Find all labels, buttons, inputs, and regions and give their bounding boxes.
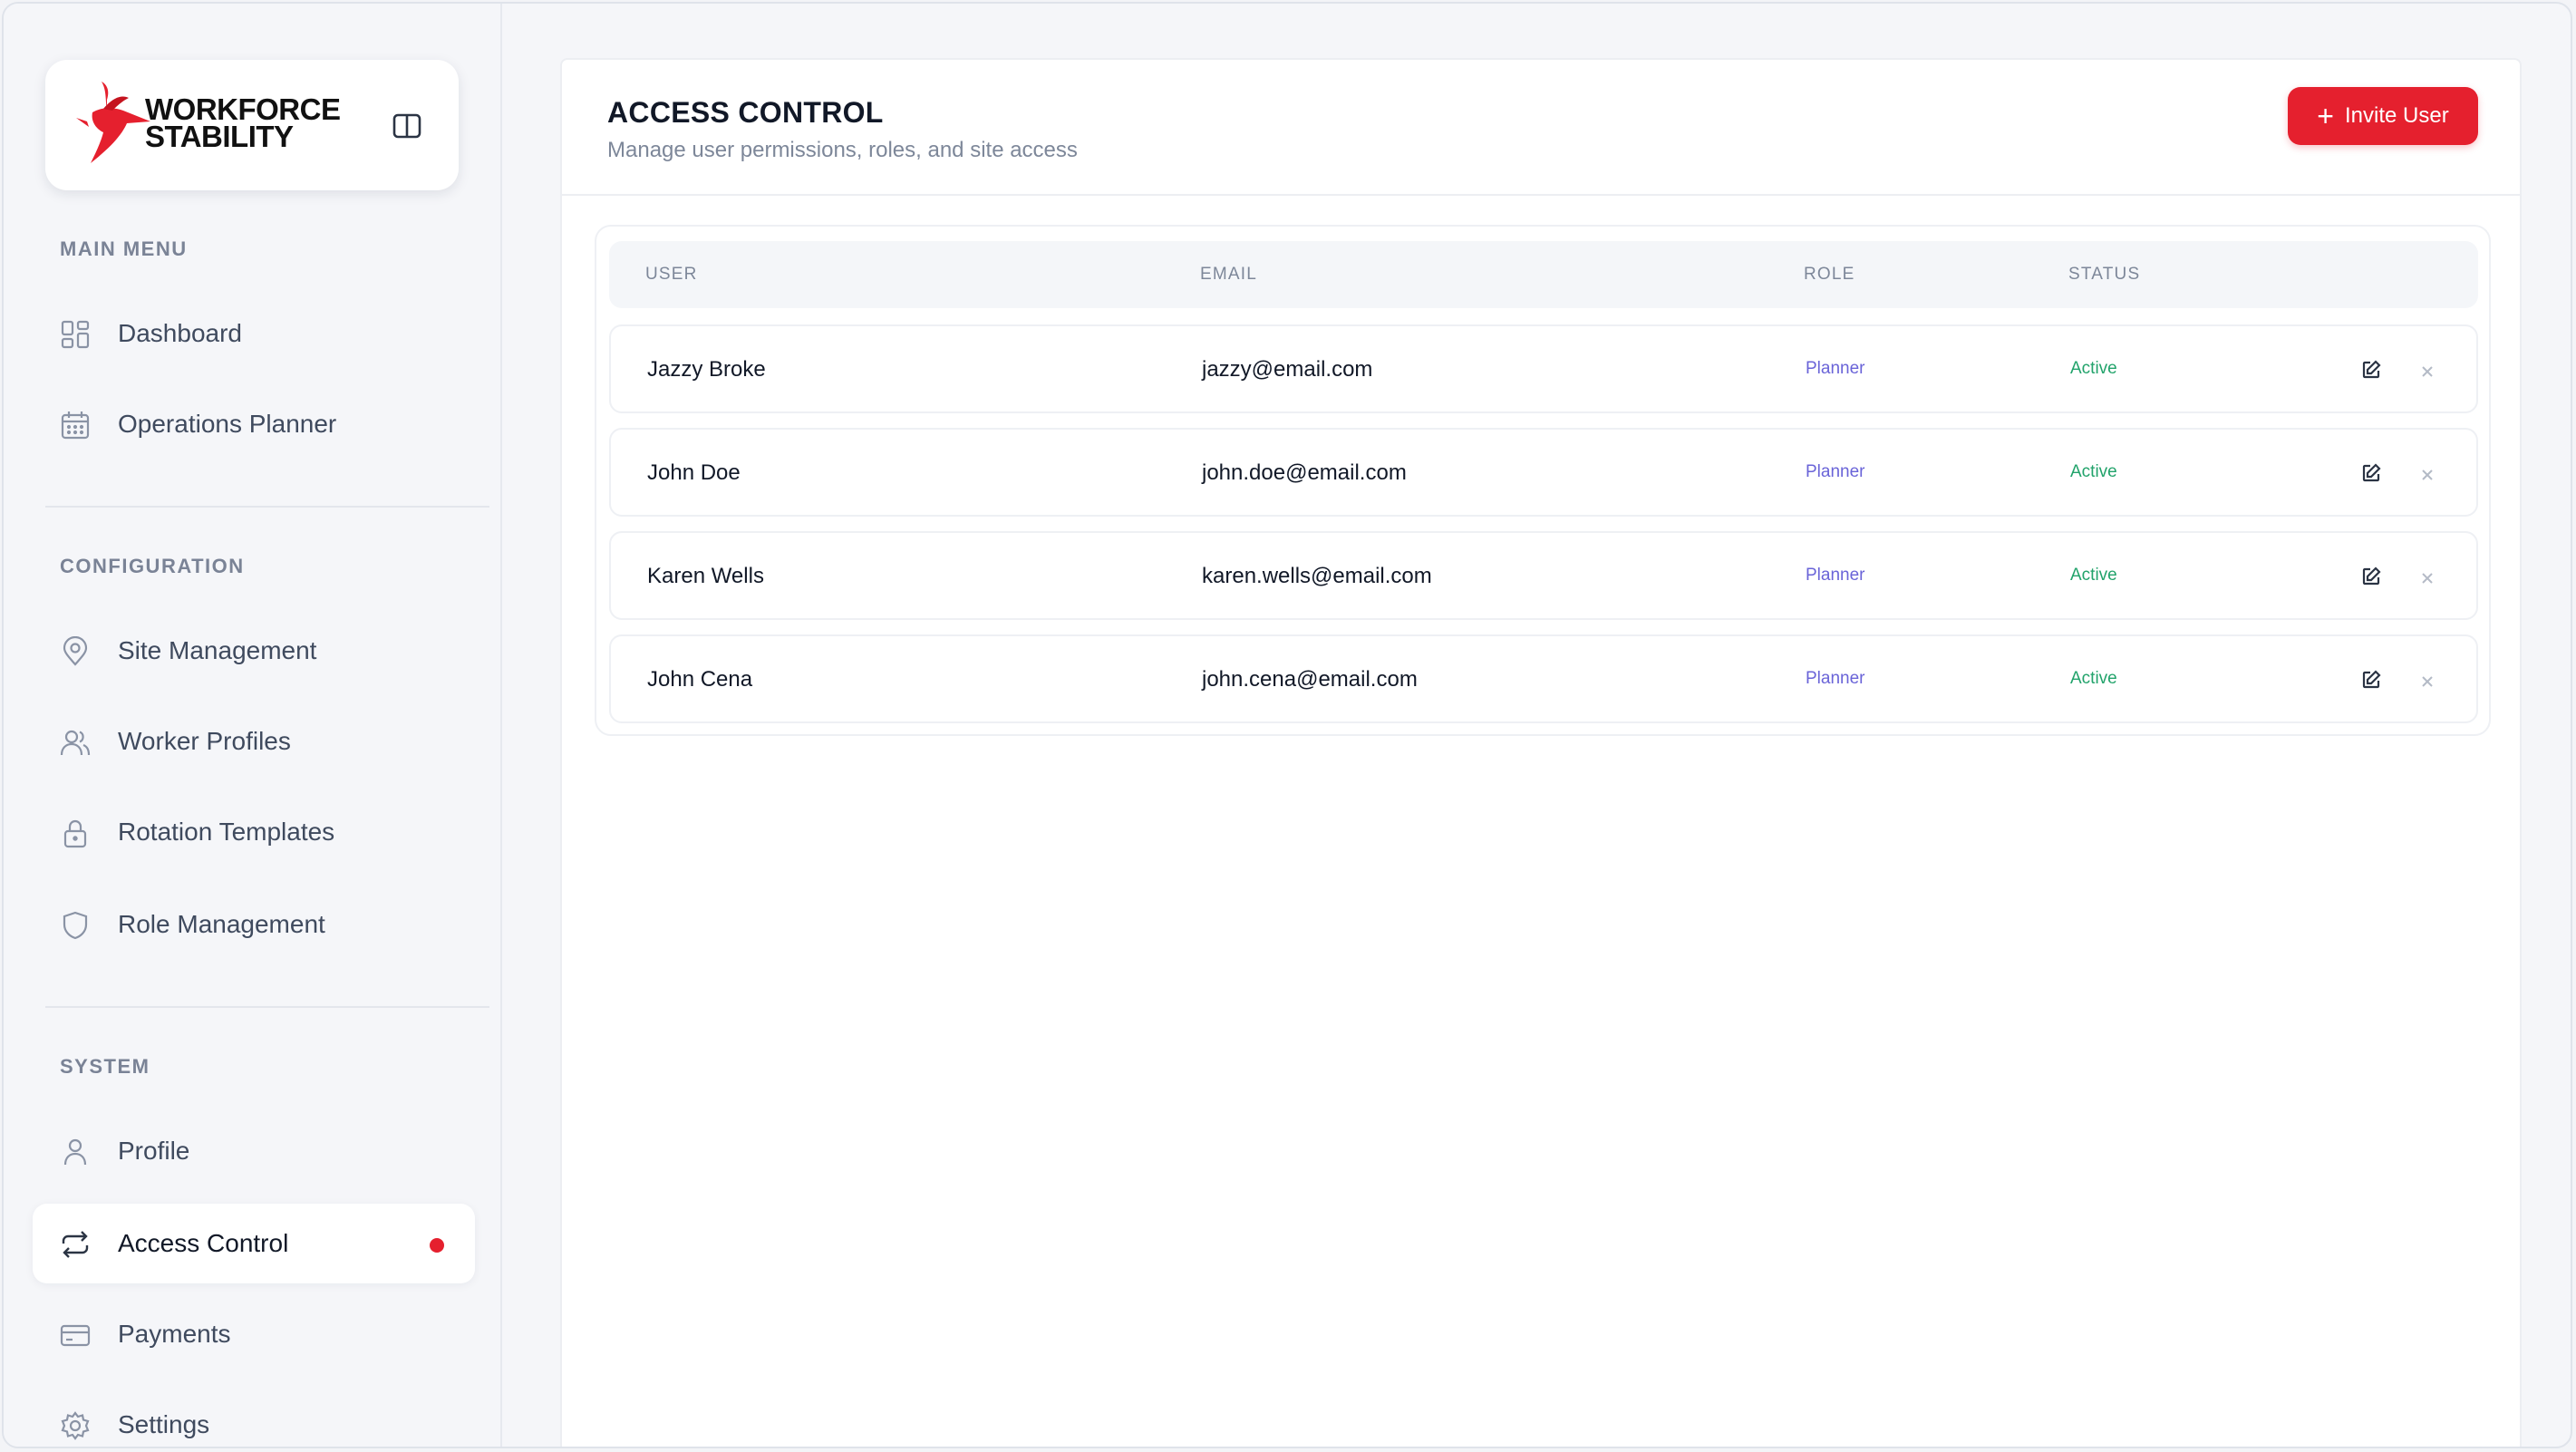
table-row: John Doe john.doe@email.com Planner Acti… xyxy=(609,428,2478,517)
column-header-email: EMAIL xyxy=(1200,265,1258,284)
nav-item-rotation-templates[interactable]: Rotation Templates xyxy=(33,792,475,872)
section-label-main-menu: MAIN MENU xyxy=(60,237,188,260)
column-header-role: ROLE xyxy=(1804,265,1855,284)
sidebar-divider xyxy=(45,1006,489,1008)
role-badge: Planner xyxy=(1806,359,1865,378)
table-header: USER EMAIL ROLE STATUS xyxy=(609,241,2478,308)
sidebar-divider xyxy=(45,506,489,508)
status-badge: Active xyxy=(2070,359,2117,378)
nav-label: Rotation Templates xyxy=(118,818,335,846)
status-badge: Active xyxy=(2070,462,2117,481)
shield-icon xyxy=(63,911,88,940)
nav-item-access-control[interactable]: Access Control xyxy=(33,1204,475,1283)
sidebar-toggle-icon[interactable] xyxy=(392,111,422,141)
nav-item-worker-profiles[interactable]: Worker Profiles xyxy=(33,702,475,781)
edit-icon[interactable] xyxy=(2360,359,2382,381)
close-icon[interactable] xyxy=(2418,466,2436,484)
close-icon[interactable] xyxy=(2418,673,2436,691)
user-name: John Cena xyxy=(647,667,753,692)
user-email: jazzy@email.com xyxy=(1202,357,1373,382)
edit-icon[interactable] xyxy=(2360,462,2382,484)
map-pin-icon xyxy=(63,636,88,666)
column-header-status: STATUS xyxy=(2068,265,2141,284)
app-window: WORKFORCE STABILITY MAIN MENU Dashboard … xyxy=(2,2,2572,1448)
user-name: Jazzy Broke xyxy=(647,357,766,382)
role-badge: Planner xyxy=(1806,462,1865,481)
table-row: Karen Wells karen.wells@email.com Planne… xyxy=(609,531,2478,620)
edit-icon[interactable] xyxy=(2360,669,2382,691)
section-label-configuration: CONFIGURATION xyxy=(60,555,245,577)
nav-label: Dashboard xyxy=(118,319,242,347)
close-icon[interactable] xyxy=(2418,363,2436,381)
column-header-user: USER xyxy=(645,265,698,284)
status-badge: Active xyxy=(2070,669,2117,688)
repeat-icon xyxy=(62,1231,89,1258)
user-name: John Doe xyxy=(647,460,741,485)
active-indicator-dot xyxy=(430,1238,444,1253)
plus-icon: + xyxy=(2317,100,2334,132)
nav-item-role-management[interactable]: Role Management xyxy=(33,885,475,964)
calendar-icon xyxy=(61,411,90,440)
role-badge: Planner xyxy=(1806,566,1865,585)
nav-item-dashboard[interactable]: Dashboard xyxy=(33,294,475,373)
table-row: John Cena john.cena@email.com Planner Ac… xyxy=(609,634,2478,723)
users-table: USER EMAIL ROLE STATUS Jazzy Broke jazzy… xyxy=(595,225,2491,736)
table-row: Jazzy Broke jazzy@email.com Planner Acti… xyxy=(609,324,2478,413)
nav-label: Site Management xyxy=(118,636,317,664)
nav-item-settings[interactable]: Settings xyxy=(33,1385,475,1447)
logo-card: WORKFORCE STABILITY xyxy=(45,60,459,190)
nav-label: Access Control xyxy=(118,1229,289,1257)
invite-user-label: Invite User xyxy=(2344,103,2449,128)
nav-label: Payments xyxy=(118,1320,231,1348)
gear-icon xyxy=(61,1411,90,1440)
role-badge: Planner xyxy=(1806,669,1865,688)
main-panel: ACCESS CONTROL Manage user permissions, … xyxy=(560,58,2522,1447)
close-icon[interactable] xyxy=(2418,569,2436,587)
page-title: ACCESS CONTROL xyxy=(607,96,884,129)
user-email: john.doe@email.com xyxy=(1202,460,1407,485)
nav-label: Role Management xyxy=(118,910,325,938)
status-badge: Active xyxy=(2070,566,2117,585)
lock-icon xyxy=(63,819,87,848)
dashboard-icon xyxy=(61,320,90,349)
edit-icon[interactable] xyxy=(2360,566,2382,587)
sidebar: WORKFORCE STABILITY MAIN MENU Dashboard … xyxy=(4,4,502,1447)
user-name: Karen Wells xyxy=(647,564,764,588)
users-icon xyxy=(60,730,91,756)
credit-card-icon xyxy=(60,1324,91,1347)
user-icon xyxy=(63,1138,87,1166)
nav-label: Operations Planner xyxy=(118,410,337,438)
nav-item-operations-planner[interactable]: Operations Planner xyxy=(33,384,475,464)
nav-item-payments[interactable]: Payments xyxy=(33,1294,475,1374)
invite-user-button[interactable]: + Invite User xyxy=(2288,87,2478,145)
nav-label: Profile xyxy=(118,1137,190,1165)
nav-label: Settings xyxy=(118,1410,210,1438)
header-divider xyxy=(562,194,2520,196)
section-label-system: SYSTEM xyxy=(60,1055,150,1078)
page-subtitle: Manage user permissions, roles, and site… xyxy=(607,138,1078,162)
brand-name: WORKFORCE STABILITY xyxy=(145,92,341,153)
user-email: john.cena@email.com xyxy=(1202,667,1418,692)
user-email: karen.wells@email.com xyxy=(1202,564,1432,588)
nav-item-site-management[interactable]: Site Management xyxy=(33,611,475,691)
nav-item-profile[interactable]: Profile xyxy=(33,1111,475,1191)
nav-label: Worker Profiles xyxy=(118,727,291,755)
